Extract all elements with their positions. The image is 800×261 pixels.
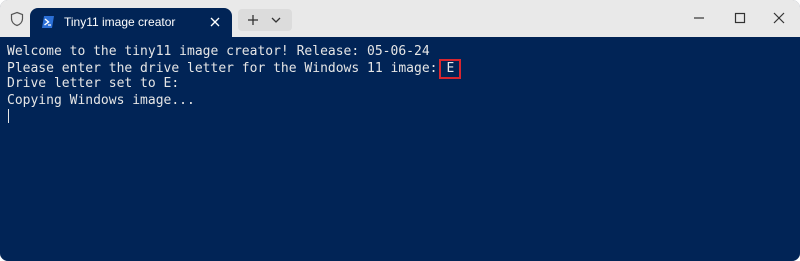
terminal-window: Tiny11 image creator Welcome to the tiny… xyxy=(0,0,800,261)
shield-icon xyxy=(10,11,24,27)
new-tab-button-group xyxy=(238,9,292,31)
output-line-welcome: Welcome to the tiny11 image creator! Rel… xyxy=(7,44,430,59)
drive-letter-prompt: Please enter the drive letter for the Wi… xyxy=(7,61,438,76)
chevron-down-icon[interactable] xyxy=(271,16,281,24)
tab-tiny11-image-creator[interactable]: Tiny11 image creator xyxy=(30,8,232,37)
terminal-output[interactable]: Welcome to the tiny11 image creator! Rel… xyxy=(0,37,800,261)
drive-letter-input[interactable]: E xyxy=(439,59,462,79)
powershell-icon xyxy=(42,16,54,28)
output-line-drive-set: Drive letter set to E: xyxy=(7,76,180,91)
output-line-copying: Copying Windows image... xyxy=(7,93,195,108)
maximize-icon[interactable] xyxy=(733,11,747,25)
close-tab-icon[interactable] xyxy=(208,15,222,29)
plus-icon[interactable] xyxy=(247,14,259,26)
tab-title: Tiny11 image creator xyxy=(64,15,176,29)
text-cursor xyxy=(8,109,9,123)
minimize-icon[interactable] xyxy=(692,11,706,25)
close-window-icon[interactable] xyxy=(772,11,786,25)
title-bar: Tiny11 image creator xyxy=(0,0,800,37)
